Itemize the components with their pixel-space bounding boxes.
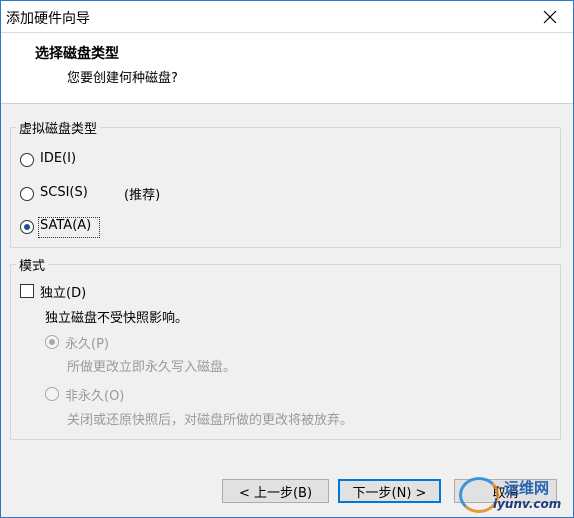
wizard-header: 选择磁盘类型 您要创建何种磁盘?: [1, 33, 573, 104]
next-button[interactable]: 下一步(N) >: [338, 479, 441, 503]
persistent-description: 所做更改立即永久写入磁盘。: [67, 360, 237, 375]
nonpersistent-radio-label[interactable]: 非永久(O): [65, 385, 124, 404]
mode-group-label: 模式: [16, 255, 49, 274]
ide-radio[interactable]: [20, 153, 34, 167]
ide-radio-label[interactable]: IDE(I): [40, 151, 76, 166]
page-title: 选择磁盘类型: [35, 46, 119, 62]
title-bar: 添加硬件向导: [1, 1, 573, 33]
persistent-radio-label[interactable]: 永久(P): [65, 333, 109, 352]
back-button[interactable]: < 上一步(B): [222, 479, 329, 503]
nonpersistent-description: 关闭或还原快照后，对磁盘所做的更改将被放弃。: [67, 413, 354, 428]
window-title: 添加硬件向导: [6, 11, 90, 27]
disk-type-group-label: 虚拟磁盘类型: [16, 118, 101, 137]
persistent-radio[interactable]: [45, 335, 59, 349]
watermark-text-url: iyunv.com: [493, 497, 562, 511]
site-watermark: 运维网 iyunv.com: [449, 475, 569, 515]
independent-checkbox-label[interactable]: 独立(D): [40, 282, 86, 301]
wizard-window: 添加硬件向导 选择磁盘类型 您要创建何种磁盘? 虚拟磁盘类型 IDE(I) SC…: [0, 0, 574, 518]
sata-radio-label[interactable]: SATA(A): [40, 218, 91, 233]
close-icon: [543, 10, 557, 23]
independent-description: 独立磁盘不受快照影响。: [45, 311, 189, 326]
watermark-text-cn: 运维网: [504, 479, 550, 497]
page-subtitle: 您要创建何种磁盘?: [67, 71, 178, 86]
scsi-recommended-note: (推荐): [124, 188, 161, 203]
close-button[interactable]: [527, 1, 573, 32]
scsi-radio[interactable]: [20, 187, 34, 201]
wizard-content: 虚拟磁盘类型 IDE(I) SCSI(S) (推荐) SATA(A) 模式 独立…: [1, 104, 573, 469]
independent-checkbox[interactable]: [20, 284, 34, 298]
nonpersistent-radio[interactable]: [45, 387, 59, 401]
scsi-radio-label[interactable]: SCSI(S): [40, 185, 88, 200]
sata-radio[interactable]: [20, 220, 34, 234]
